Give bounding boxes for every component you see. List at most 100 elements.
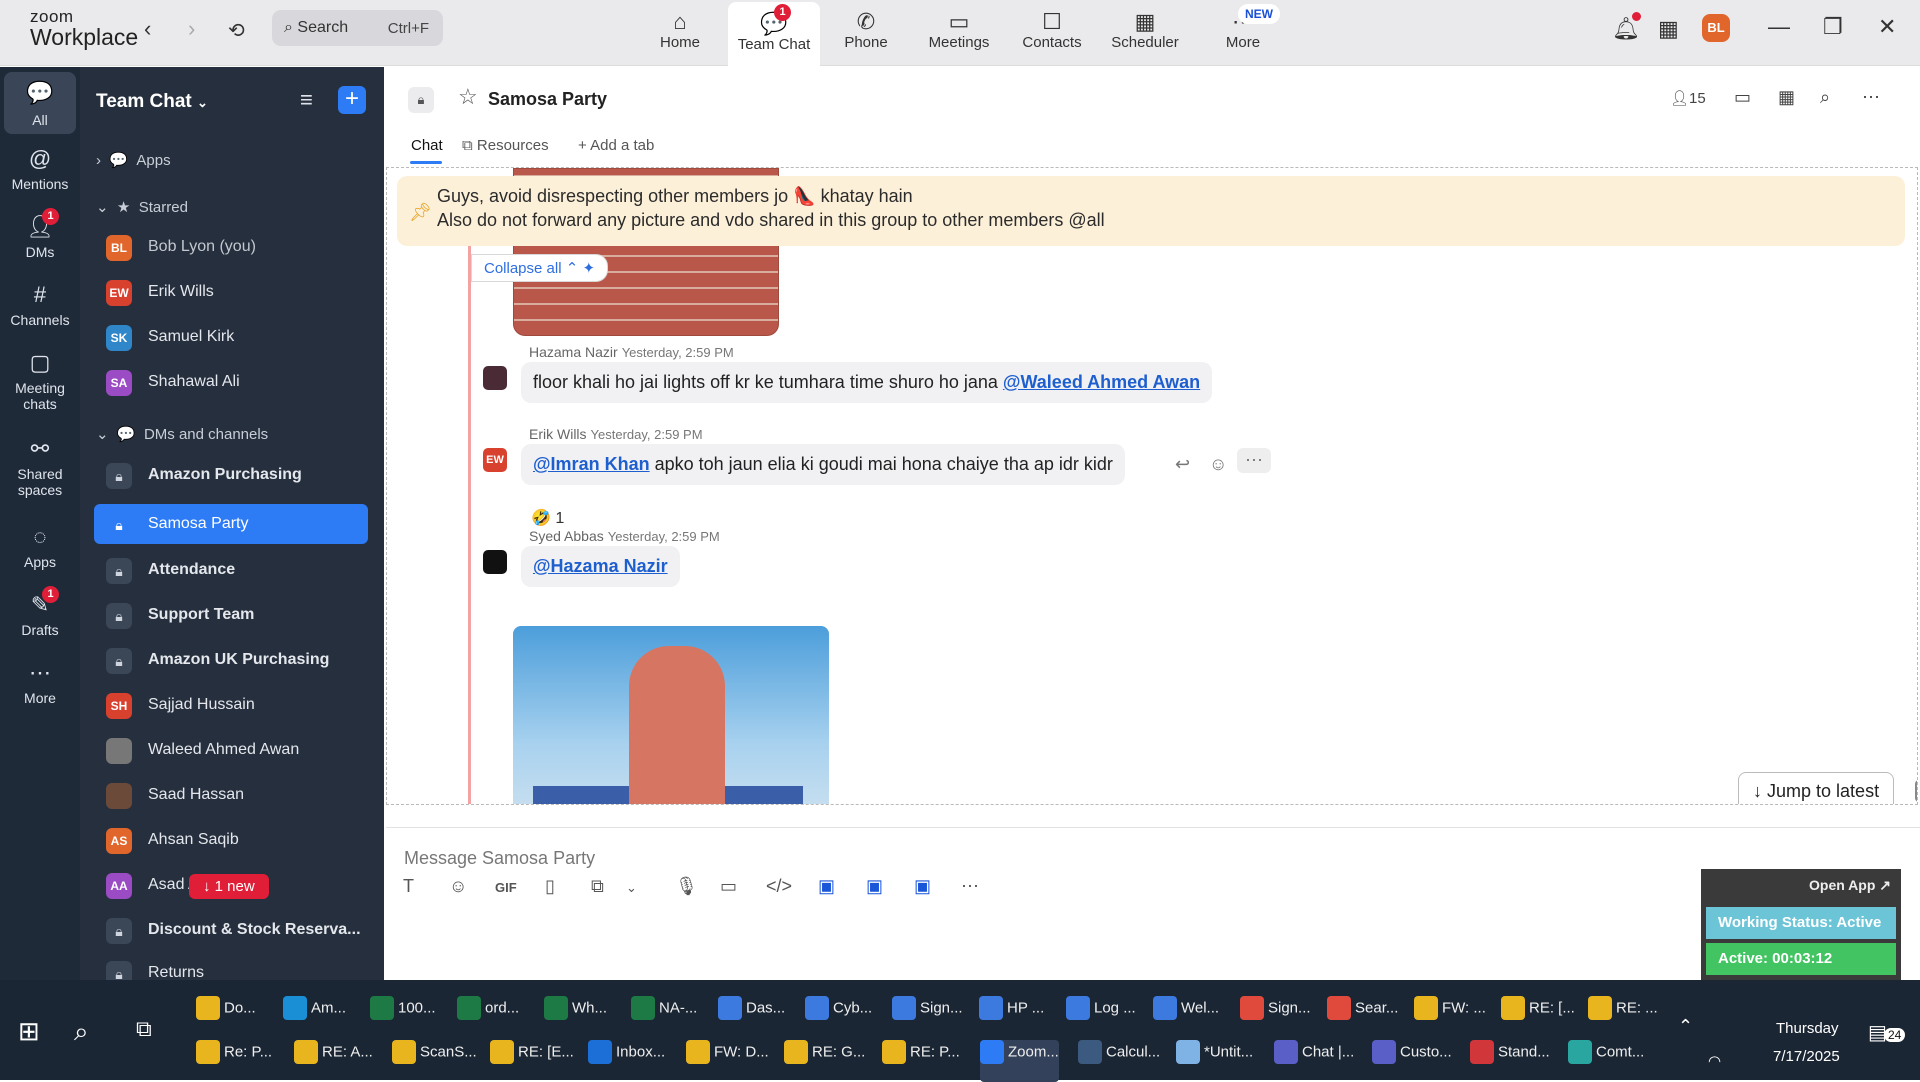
taskbar-search-icon[interactable]: ⌕ bbox=[74, 1016, 89, 1048]
rail-shared-spaces[interactable]: ⚯ Shared spaces bbox=[0, 436, 80, 498]
taskbar-item[interactable]: ord... bbox=[457, 996, 519, 1038]
tab-resources[interactable]: ⧉ Resources bbox=[462, 137, 549, 154]
avatar[interactable] bbox=[483, 366, 507, 390]
search-icon[interactable]: ⌕ bbox=[1820, 87, 1830, 108]
sidebar-item-erik-wills[interactable]: EW Erik Wills bbox=[94, 272, 368, 312]
mention-link[interactable]: @Hazama Nazir bbox=[533, 556, 668, 576]
rail-all[interactable]: 💬 All bbox=[4, 72, 76, 134]
mention-link[interactable]: @Imran Khan bbox=[533, 454, 650, 474]
more-options-icon[interactable]: ⋯ bbox=[1862, 87, 1880, 108]
gif-icon[interactable]: GIF bbox=[495, 880, 517, 895]
taskbar-item[interactable]: RE: ... bbox=[1588, 996, 1658, 1038]
new-messages-pill[interactable]: ↓ 1 new bbox=[189, 874, 269, 899]
rail-more[interactable]: ⋯ More bbox=[0, 660, 80, 706]
taskbar-item[interactable]: Sign... bbox=[1240, 996, 1311, 1038]
open-app-button[interactable]: Open App ↗ bbox=[1809, 877, 1891, 894]
calendar-icon[interactable]: ▦ bbox=[1778, 87, 1795, 108]
rail-apps[interactable]: ◌ Apps bbox=[0, 524, 80, 570]
taskbar-item[interactable]: Calcul... bbox=[1078, 1040, 1160, 1082]
reaction-badge[interactable]: 🤣 1 bbox=[531, 508, 564, 528]
sidebar-item-discount-stock[interactable]: 🔒︎ Discount & Stock Reserva... bbox=[94, 910, 368, 950]
taskbar-item[interactable]: Das... bbox=[718, 996, 785, 1038]
video-message-icon[interactable]: ▭ bbox=[720, 876, 737, 897]
sidebar-item-samosa-party[interactable]: 🔒︎ Samosa Party bbox=[94, 504, 368, 544]
app-icon-2[interactable]: ▣ bbox=[866, 876, 883, 897]
sidebar-item-returns[interactable]: 🔒︎ Returns bbox=[94, 953, 368, 980]
sidebar-item-support-team[interactable]: 🔒︎ Support Team bbox=[94, 595, 368, 635]
topnav-team-chat[interactable]: 💬 Team Chat 1 bbox=[728, 2, 820, 66]
taskbar-day[interactable]: Thursday bbox=[1776, 1020, 1839, 1037]
topnav-contacts[interactable]: ☐ Contacts bbox=[1006, 0, 1098, 66]
taskbar-item[interactable]: FW: D... bbox=[686, 1040, 769, 1082]
topnav-scheduler[interactable]: ▦ Scheduler bbox=[1099, 0, 1191, 66]
sidebar-item-attendance[interactable]: 🔒︎ Attendance bbox=[94, 550, 368, 590]
search-box[interactable]: ⌕ Search Ctrl+F bbox=[272, 10, 443, 46]
collapse-all-button[interactable]: Collapse all ⌃ ✦ bbox=[471, 254, 609, 282]
sidebar-item-bob-lyon[interactable]: BL Bob Lyon (you) bbox=[94, 227, 368, 267]
taskbar-item[interactable]: Wh... bbox=[544, 996, 607, 1038]
taskbar-item[interactable]: Inbox... bbox=[588, 1040, 665, 1082]
forward-arrow-icon[interactable]: › bbox=[188, 16, 195, 42]
taskbar-item[interactable]: Cyb... bbox=[805, 996, 872, 1038]
filter-icon[interactable]: ≡ bbox=[300, 87, 313, 113]
message-composer[interactable]: Message Samosa Party bbox=[386, 827, 1920, 977]
sidebar-item-amazon-uk-purchasing[interactable]: 🔒︎ Amazon UK Purchasing bbox=[94, 640, 368, 680]
windows-start-icon[interactable]: ⊞ bbox=[18, 1016, 40, 1047]
section-dms-channels[interactable]: ⌄ 💬 DMs and channels bbox=[96, 425, 268, 443]
taskbar-item[interactable]: Am... bbox=[283, 996, 346, 1038]
new-chat-button[interactable]: + bbox=[338, 86, 366, 114]
members-button[interactable]: 👤︎15 bbox=[1670, 89, 1706, 107]
code-icon[interactable]: </> bbox=[766, 876, 792, 897]
taskbar-item[interactable]: FW: ... bbox=[1414, 996, 1486, 1038]
taskbar-date[interactable]: 7/17/2025 bbox=[1773, 1048, 1840, 1065]
taskbar-item[interactable]: Sign... bbox=[892, 996, 963, 1038]
sidebar-item-waleed-ahmed-awan[interactable]: Waleed Ahmed Awan bbox=[94, 730, 368, 770]
chevron-down-icon[interactable]: ⌄ bbox=[626, 880, 637, 896]
composer-more-icon[interactable]: ⋯ bbox=[961, 876, 979, 897]
topnav-meetings[interactable]: ▭ Meetings bbox=[913, 0, 1005, 66]
taskbar-item[interactable]: NA-... bbox=[631, 996, 697, 1038]
topnav-phone[interactable]: ✆ Phone bbox=[820, 0, 912, 66]
gif-image[interactable] bbox=[513, 626, 829, 804]
add-reaction-icon[interactable]: ☺ bbox=[1209, 454, 1227, 475]
calendar-top-icon[interactable]: ▦ bbox=[1658, 16, 1679, 42]
video-call-icon[interactable]: ▭ bbox=[1734, 87, 1751, 108]
section-starred[interactable]: ⌄ ★ Starred bbox=[96, 198, 188, 216]
sidebar-item-ahsan-saqib[interactable]: AS Ahsan Saqib bbox=[94, 820, 368, 860]
mic-icon[interactable]: 🎙︎ bbox=[675, 876, 698, 897]
sidebar-item-amazon-purchasing[interactable]: 🔒︎ Amazon Purchasing bbox=[94, 455, 368, 495]
file-icon[interactable]: ▯ bbox=[545, 876, 555, 897]
tray-chevron-icon[interactable]: ⌃ bbox=[1678, 1016, 1693, 1037]
taskbar-item[interactable]: Do... bbox=[196, 996, 256, 1038]
message-bubble[interactable]: floor khali ho jai lights off kr ke tumh… bbox=[521, 362, 1213, 403]
taskbar-item[interactable]: Custo... bbox=[1372, 1040, 1452, 1082]
close-icon[interactable]: ✕ bbox=[1878, 14, 1896, 40]
taskbar-item[interactable]: RE: [E... bbox=[490, 1040, 574, 1082]
taskbar-item[interactable]: Comt... bbox=[1568, 1040, 1644, 1082]
message-bubble[interactable]: @Hazama Nazir bbox=[521, 546, 680, 587]
taskbar-item[interactable]: Sear... bbox=[1327, 996, 1398, 1038]
taskbar-item[interactable]: *Untit... bbox=[1176, 1040, 1253, 1082]
sidebar-item-samuel-kirk[interactable]: SK Samuel Kirk bbox=[94, 317, 368, 357]
avatar[interactable]: EW bbox=[483, 448, 507, 472]
app-icon-3[interactable]: ▣ bbox=[914, 876, 931, 897]
sidebar-item-shahawal-ali[interactable]: SA Shahawal Ali bbox=[94, 362, 368, 402]
task-view-icon[interactable]: ⧉ bbox=[136, 1016, 152, 1042]
pinned-message[interactable]: 📌︎ Guys, avoid disrespecting other membe… bbox=[397, 176, 1905, 246]
rail-dms[interactable]: 👤︎ DMs 1 bbox=[0, 208, 80, 260]
mention-link[interactable]: @Waleed Ahmed Awan bbox=[1003, 372, 1200, 392]
jump-to-latest-button[interactable]: ↓ Jump to latest bbox=[1738, 772, 1895, 804]
restore-icon[interactable]: ❐ bbox=[1823, 14, 1843, 40]
taskbar-item[interactable]: RE: [... bbox=[1501, 996, 1575, 1038]
avatar[interactable] bbox=[483, 550, 507, 574]
topnav-home[interactable]: ⌂ Home bbox=[634, 0, 726, 66]
sidebar-title[interactable]: Team Chat ⌄ bbox=[96, 91, 208, 113]
sidebar-item-sajjad-hussain[interactable]: SH Sajjad Hussain bbox=[94, 685, 368, 725]
section-apps[interactable]: › 💬 Apps bbox=[96, 151, 171, 169]
taskbar-item[interactable]: RE: G... bbox=[784, 1040, 865, 1082]
back-arrow-icon[interactable]: ‹ bbox=[144, 16, 151, 42]
rail-drafts[interactable]: ✎ Drafts 1 bbox=[0, 586, 80, 638]
sidebar-item-saad-hassan[interactable]: Saad Hassan bbox=[94, 775, 368, 815]
taskbar-item[interactable]: HP ... bbox=[979, 996, 1044, 1038]
taskbar-item[interactable]: 100... bbox=[370, 996, 436, 1038]
